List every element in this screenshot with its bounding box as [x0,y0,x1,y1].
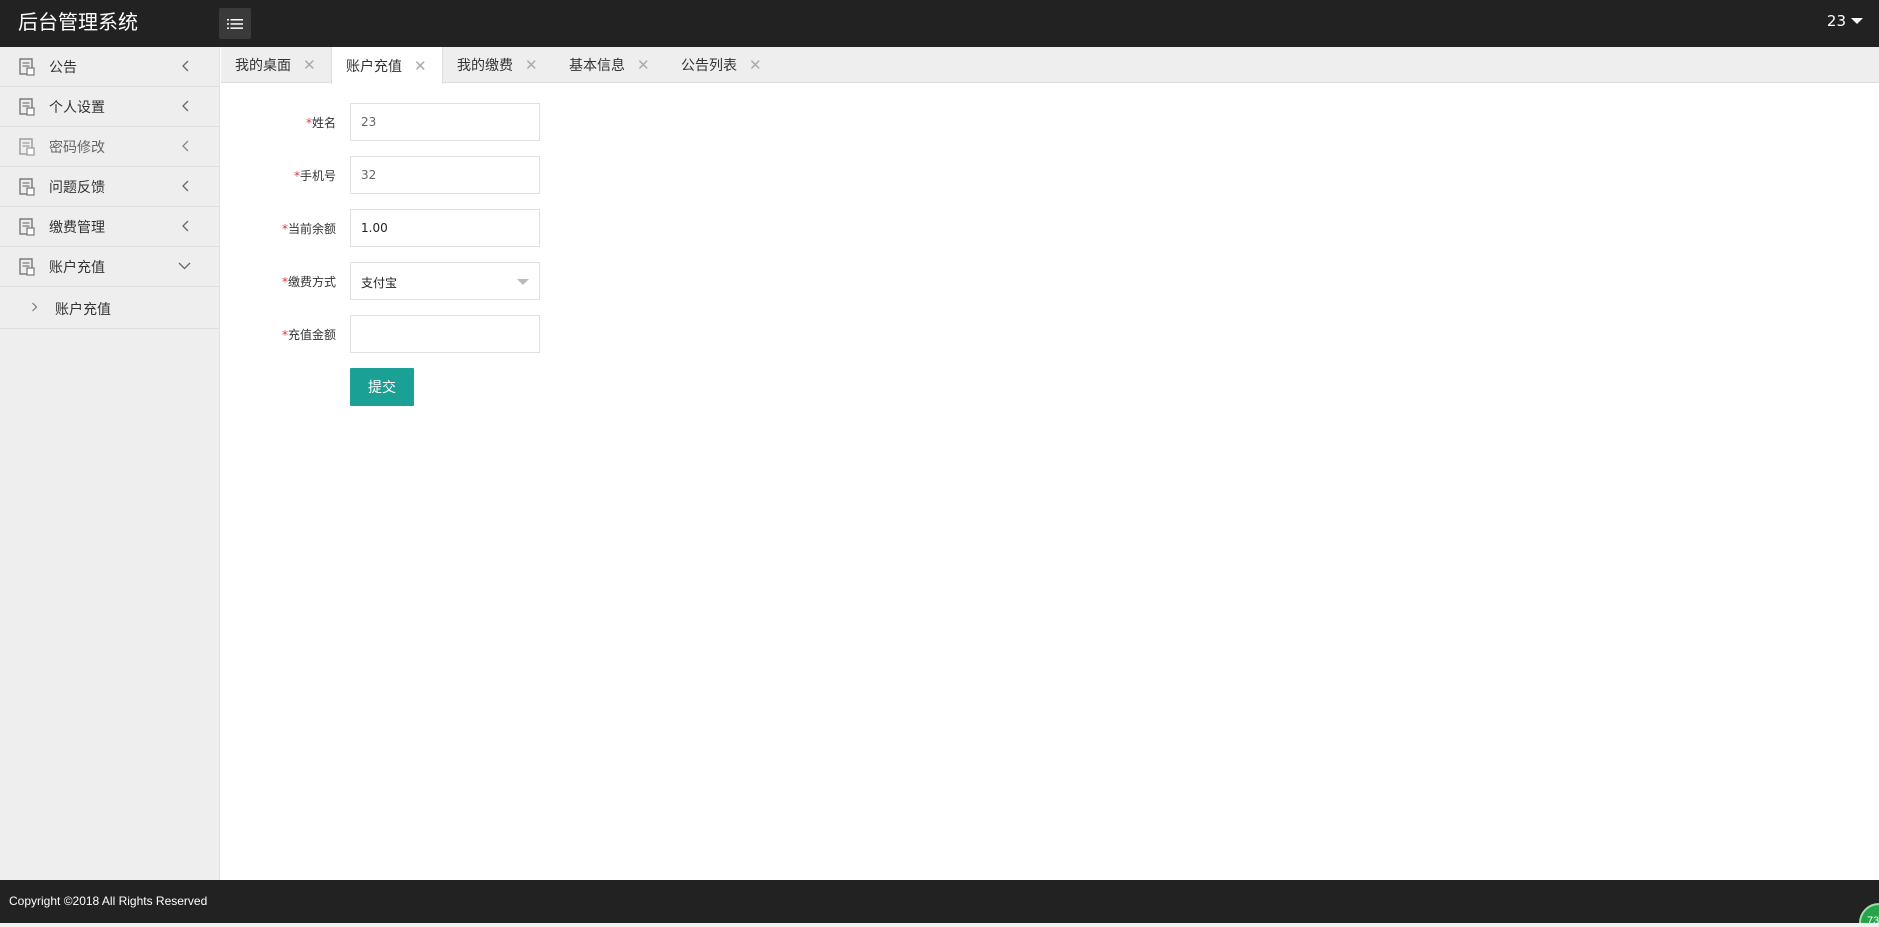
tab-label: 基本信息 [569,58,625,74]
form-row-amount: *充值金额 [221,315,821,353]
sidebar-item-label: 公告 [49,59,77,76]
tab-label: 账户充值 [346,58,402,75]
tab-basic-info[interactable]: 基本信息 ✕ [555,47,667,83]
payment-method-select[interactable]: 支付宝 [350,262,540,300]
chevron-left-icon [182,140,189,152]
submit-button[interactable]: 提交 [350,368,414,406]
app-title: 后台管理系统 [18,10,138,34]
sidebar-item-label: 问题反馈 [49,179,105,196]
name-field[interactable] [350,103,540,141]
menu-toggle-button[interactable] [219,8,251,39]
chevron-left-icon [182,220,189,232]
phone-field[interactable] [350,156,540,194]
amount-field[interactable] [350,315,540,353]
document-icon [19,138,35,156]
caret-down-icon [1851,18,1863,24]
sidebar-item-label: 个人设置 [49,99,105,116]
chevron-down-icon [178,262,191,270]
tab-announcement-list[interactable]: 公告列表 ✕ [667,47,779,83]
balance-label: *当前余额 [281,222,336,236]
close-icon[interactable]: ✕ [637,58,650,73]
tab-bar: 我的桌面 ✕ 账户充值 ✕ 我的缴费 ✕ 基本信息 ✕ 公告列表 ✕ [221,47,1879,84]
bottom-strip [0,923,1879,927]
chevron-left-icon [182,180,189,192]
close-icon[interactable]: ✕ [749,58,762,73]
amount-label: *充值金额 [281,328,336,342]
tab-my-desktop[interactable]: 我的桌面 ✕ [221,47,331,83]
close-icon[interactable]: ✕ [414,58,427,73]
phone-label: *手机号 [293,169,336,183]
chevron-left-icon [182,60,189,72]
payment-method-value: 支付宝 [361,276,398,290]
caret-down-icon [517,279,529,285]
tab-account-recharge[interactable]: 账户充值 ✕ [331,47,443,84]
user-name: 23 [1826,12,1846,30]
sidebar-item-feedback[interactable]: 问题反馈 [0,167,219,207]
document-icon [19,58,35,76]
sidebar-item-label: 密码修改 [49,139,105,156]
balance-field[interactable] [350,209,540,247]
form-row-payment-method: *缴费方式 支付宝 [221,262,821,300]
top-header: 后台管理系统 23 [0,0,1879,47]
form-row-name: *姓名 [221,103,821,141]
document-icon [19,178,35,196]
document-icon [19,218,35,236]
sidebar-item-label: 缴费管理 [49,219,105,236]
document-icon [19,258,35,276]
tab-label: 我的缴费 [457,58,513,74]
copyright-text: Copyright ©2018 All Rights Reserved [9,894,208,908]
form-row-phone: *手机号 [221,156,821,194]
tab-label: 公告列表 [681,58,737,74]
list-icon [227,18,243,29]
sidebar-item-announcement[interactable]: 公告 [0,47,219,87]
user-menu[interactable]: 23 [1827,12,1863,30]
payment-method-label: *缴费方式 [281,275,336,289]
sidebar: 公告 个人设置 密码修改 问题反馈 缴费管理 账户充值 账户充值 [0,47,220,880]
tab-label: 我的桌面 [235,58,291,74]
document-icon [19,98,35,116]
sidebar-item-personal-settings[interactable]: 个人设置 [0,87,219,127]
chevron-left-icon [182,100,189,112]
footer: Copyright ©2018 All Rights Reserved 73 [0,880,1879,927]
sidebar-item-password[interactable]: 密码修改 [0,127,219,167]
sidebar-subitem-label: 账户充值 [55,302,111,318]
sidebar-subitem-account-recharge[interactable]: 账户充值 [0,287,219,329]
close-icon[interactable]: ✕ [303,58,316,73]
chevron-right-icon [32,302,38,312]
form-row-balance: *当前余额 [221,209,821,247]
tab-my-payments[interactable]: 我的缴费 ✕ [443,47,555,83]
close-icon[interactable]: ✕ [525,58,538,73]
sidebar-item-label: 账户充值 [49,259,105,276]
sidebar-item-account-recharge[interactable]: 账户充值 [0,247,219,287]
sidebar-item-payment-management[interactable]: 缴费管理 [0,207,219,247]
name-label: *姓名 [305,116,336,130]
